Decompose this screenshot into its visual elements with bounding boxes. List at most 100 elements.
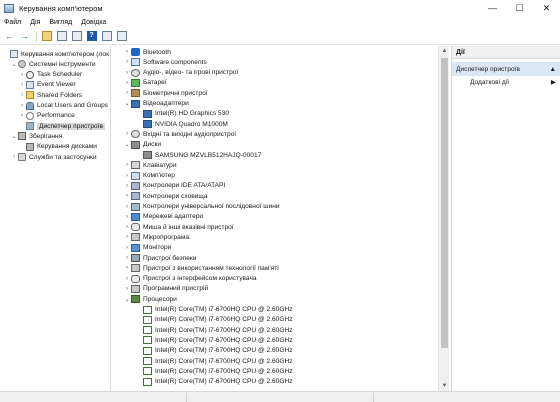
collapse-icon[interactable]: ⌄ xyxy=(123,296,131,303)
scrollbar-thumb[interactable] xyxy=(441,58,448,348)
device-category[interactable]: › Аудіо-, відео- та ігрові пристрої xyxy=(123,68,238,78)
device-item[interactable]: Intel(R) HD Graphics 530 xyxy=(135,109,229,119)
device-item[interactable]: Intel(R) Core(TM) i7-6700HQ CPU @ 2.60GH… xyxy=(135,346,293,356)
expand-icon[interactable]: › xyxy=(123,162,131,168)
show-hide-tree-button[interactable] xyxy=(55,30,68,43)
vertical-scrollbar[interactable]: ▲ ▼ xyxy=(438,46,449,391)
device-category[interactable]: › Мікропрограма: xyxy=(123,232,191,242)
console-tree-item[interactable]: Диспетчер пристроїв xyxy=(18,121,105,131)
expand-icon[interactable]: › xyxy=(123,49,131,55)
device-category[interactable]: › Контролери універсальної послідовної ши… xyxy=(123,202,280,212)
expand-icon[interactable]: › xyxy=(123,183,131,189)
collapse-icon[interactable]: ⌄ xyxy=(123,141,131,148)
expand-icon[interactable]: › xyxy=(123,214,131,220)
expand-icon[interactable]: › xyxy=(123,193,131,199)
close-button[interactable]: ✕ xyxy=(533,0,560,16)
maximize-button[interactable]: ☐ xyxy=(506,0,533,16)
expand-icon[interactable]: › xyxy=(123,224,131,230)
expand-icon[interactable]: › xyxy=(123,255,131,261)
expand-icon[interactable]: › xyxy=(123,265,131,271)
device-category[interactable]: › Контролери сховища xyxy=(123,191,208,201)
device-category[interactable]: ⌄ Диски xyxy=(123,140,161,150)
collapse-icon[interactable]: ⌄ xyxy=(10,61,18,68)
expand-icon[interactable]: › xyxy=(123,90,131,96)
device-item[interactable]: Intel(R) Core(TM) i7-6700HQ CPU @ 2.60GH… xyxy=(135,335,293,345)
device-category[interactable]: › Пристрої з використанням технології пам… xyxy=(123,263,279,273)
menu-action[interactable]: Дія xyxy=(30,19,40,26)
device-item[interactable]: Intel(R) Core(TM) i7-6700HQ CPU @ 2.60GH… xyxy=(135,305,293,315)
device-category[interactable]: › Біометричні пристрої xyxy=(123,88,208,98)
device-category[interactable]: › Програмний пристрій xyxy=(123,284,208,294)
console-tree-item[interactable]: ⌄ Зберігання xyxy=(10,131,62,141)
expand-icon[interactable]: › xyxy=(123,131,131,137)
device-item[interactable]: Intel(R) Core(TM) i7-6700HQ CPU @ 2.60GH… xyxy=(135,325,293,335)
collapse-icon[interactable]: ⌄ xyxy=(10,133,18,140)
forward-button[interactable]: → xyxy=(18,30,31,43)
expand-icon[interactable]: › xyxy=(123,234,131,240)
device-category[interactable]: › Клавіатури xyxy=(123,160,177,170)
console-tree-item[interactable]: › Служби та застосунки xyxy=(10,152,97,162)
device-label: Контролери IDE ATA/ATAPI xyxy=(143,182,226,190)
monitor-button[interactable] xyxy=(115,30,128,43)
console-tree-item[interactable]: › Local Users and Groups xyxy=(18,101,108,111)
scroll-up-icon[interactable]: ▲ xyxy=(439,46,450,56)
console-tree-label: Task Scheduler xyxy=(37,71,83,79)
console-tree-item[interactable]: › Event Viewer xyxy=(18,80,76,90)
device-item[interactable]: SAMSUNG MZVLB512HAJQ-00017 xyxy=(135,150,261,160)
expand-icon[interactable]: › xyxy=(123,173,131,179)
expand-icon[interactable]: › xyxy=(123,204,131,210)
expand-icon[interactable]: › xyxy=(18,113,26,119)
expand-icon[interactable]: › xyxy=(123,245,131,251)
device-category[interactable]: › Вхідні та вихідні аудіопристрої xyxy=(123,129,236,139)
menu-view[interactable]: Вигляд xyxy=(49,19,72,26)
expand-icon[interactable]: › xyxy=(123,70,131,76)
expand-icon[interactable]: › xyxy=(123,80,131,86)
console-tree-item[interactable]: › Shared Folders xyxy=(18,90,82,100)
device-item[interactable]: Intel(R) Core(TM) i7-6700HQ CPU @ 2.60GH… xyxy=(135,315,293,325)
audio-icon xyxy=(131,68,140,77)
expand-icon[interactable]: › xyxy=(18,92,26,98)
device-item[interactable]: Intel(R) Core(TM) i7-6700HQ CPU @ 2.60GH… xyxy=(135,356,293,366)
scroll-down-icon[interactable]: ▼ xyxy=(439,381,450,391)
device-category[interactable]: › Bluetooth xyxy=(123,47,171,57)
device-category[interactable]: › Миша й інші вказівні пристрої xyxy=(123,222,234,232)
expand-icon[interactable]: › xyxy=(123,286,131,292)
menu-help[interactable]: Довідка xyxy=(81,19,106,26)
expand-icon[interactable]: › xyxy=(10,154,18,160)
audio-io-icon xyxy=(131,130,140,139)
console-tree-item[interactable]: Керування дисками xyxy=(18,142,97,152)
console-tree-item[interactable]: › Task Scheduler xyxy=(18,70,82,80)
console-tree-item[interactable]: Керування комп'ютером (лок xyxy=(2,49,109,59)
device-category[interactable]: › Монітори xyxy=(123,243,171,253)
device-item[interactable]: Intel(R) Core(TM) i7-6700HQ CPU @ 2.60GH… xyxy=(135,377,293,387)
device-category[interactable]: ⌄ Процесори xyxy=(123,294,177,304)
device-category[interactable]: › Пристрої з інтерфейсом користувача xyxy=(123,274,257,284)
device-category[interactable]: ⌄ Відеоадаптери xyxy=(123,99,189,109)
expand-icon[interactable]: › xyxy=(123,59,131,65)
device-item[interactable]: NVIDIA Quadro M1000M xyxy=(135,119,228,129)
console-tree-item[interactable]: ⌄ Системні інструменти xyxy=(10,59,96,69)
menu-file[interactable]: Файл xyxy=(4,19,21,26)
back-button[interactable]: ← xyxy=(3,30,16,43)
properties-button[interactable] xyxy=(70,30,83,43)
device-category[interactable]: › Software components xyxy=(123,57,207,67)
minimize-button[interactable]: — xyxy=(479,0,506,16)
device-category[interactable]: › Контролери IDE ATA/ATAPI xyxy=(123,181,225,191)
expand-icon[interactable]: › xyxy=(18,72,26,78)
device-category[interactable]: › Пристрої безпеки xyxy=(123,253,196,263)
expand-icon[interactable]: › xyxy=(18,103,26,109)
device-label: Пристрої з інтерфейсом користувача xyxy=(143,275,257,283)
action-pane-button[interactable] xyxy=(100,30,113,43)
help-button[interactable]: ? xyxy=(85,30,98,43)
device-item[interactable]: Intel(R) Core(TM) i7-6700HQ CPU @ 2.60GH… xyxy=(135,366,293,376)
actions-section-device-manager[interactable]: Диспетчер пристроїв ▲ xyxy=(452,62,560,76)
up-folder-button[interactable] xyxy=(40,30,53,43)
device-category[interactable]: › Мережеві адаптери xyxy=(123,212,203,222)
device-category[interactable]: › Батареї xyxy=(123,78,167,88)
console-tree-item[interactable]: › Performance xyxy=(18,111,75,121)
collapse-icon[interactable]: ⌄ xyxy=(123,100,131,107)
more-actions-item[interactable]: Додаткові дії ▶ xyxy=(452,76,560,88)
expand-icon[interactable]: › xyxy=(123,276,131,282)
expand-icon[interactable]: › xyxy=(18,82,26,88)
device-category[interactable]: › Комп'ютер xyxy=(123,171,175,181)
